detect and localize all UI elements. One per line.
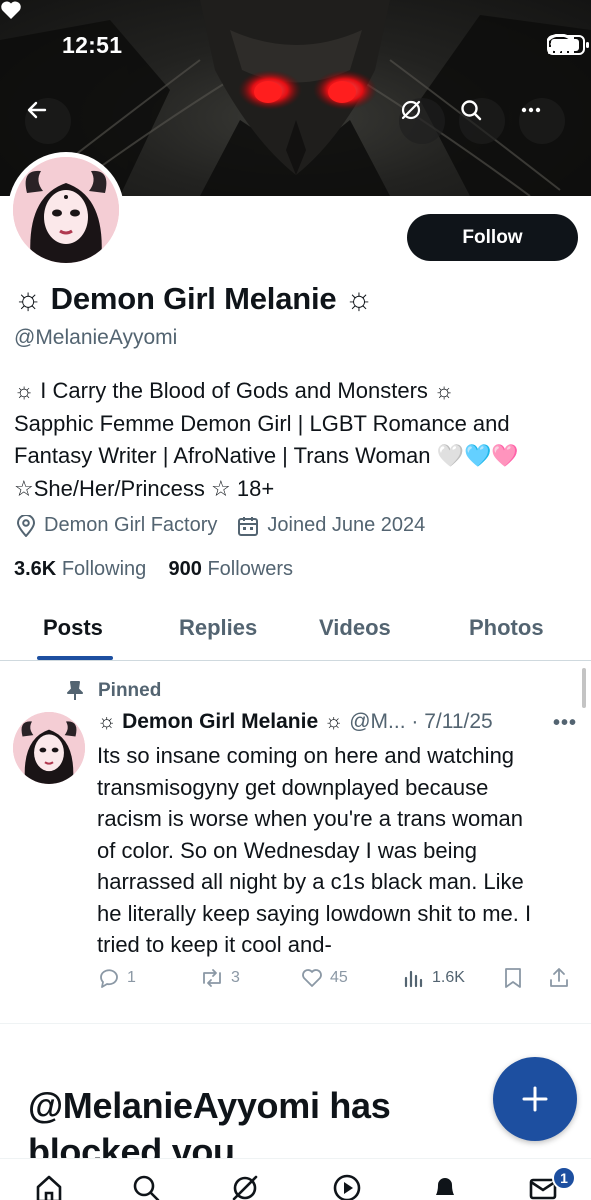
followers-link[interactable]: 900 Followers [169, 558, 294, 580]
tweet-text[interactable]: Its so insane coming on here and watchin… [97, 740, 572, 961]
like-button[interactable]: 45 [300, 966, 348, 990]
tab-photos[interactable]: Photos [469, 615, 544, 641]
heart-status-icon [1, 1, 21, 19]
tab-posts[interactable]: Posts [43, 615, 103, 641]
active-tab-indicator [37, 656, 113, 660]
video-play-icon[interactable] [332, 1173, 362, 1200]
tweet-more-button[interactable]: ••• [553, 712, 577, 735]
follow-button[interactable]: Follow [407, 214, 578, 261]
tweet-text-line: racism is worse when you're a trans woma… [97, 806, 524, 831]
name-decoration-right: ☼ [344, 281, 374, 316]
grok-icon[interactable] [230, 1173, 260, 1200]
home-icon[interactable] [34, 1173, 64, 1200]
reply-count: 1 [127, 969, 136, 986]
following-link[interactable]: 3.6K Following [14, 558, 146, 580]
pin-icon [67, 681, 83, 700]
more-horizontal-icon [521, 107, 541, 113]
bottom-nav [0, 1158, 591, 1200]
repost-button[interactable]: 3 [199, 966, 240, 990]
tweet-handle-date: @M... · 7/11/25 [349, 710, 493, 733]
scrollbar[interactable] [582, 668, 586, 708]
plus-icon [522, 1086, 548, 1112]
search-button[interactable] [459, 98, 505, 144]
profile-meta: Demon Girl Factory Joined June 2024 [16, 514, 445, 537]
grok-icon [401, 100, 421, 120]
grok-button[interactable] [399, 98, 445, 144]
bio-line: ☆She/Her/Princess ☆ 18+ [14, 475, 275, 501]
repost-icon [203, 969, 221, 987]
status-time: 12:51 [62, 32, 123, 58]
messages-badge: 1 [552, 1166, 576, 1190]
name-decoration-left: ☼ [14, 281, 43, 316]
following-label: Following [61, 558, 147, 580]
followers-label: Followers [207, 558, 294, 580]
view-count: 1.6K [432, 969, 465, 986]
profile-handle: @MelanieAyyomi [14, 326, 178, 349]
search-icon[interactable] [131, 1173, 161, 1200]
tweet-text-line: tried to keep it cool and- [97, 932, 332, 957]
joined-item: Joined June 2024 [237, 514, 425, 537]
tab-videos[interactable]: Videos [319, 615, 391, 641]
back-button[interactable] [25, 98, 71, 144]
tab-replies[interactable]: Replies [179, 615, 257, 641]
tweet-divider [0, 1023, 591, 1024]
display-name-text: Demon Girl Melanie [50, 281, 337, 316]
reply-icon [100, 969, 118, 988]
tweet-text-line: Its so insane coming on here and watchin… [97, 743, 515, 768]
more-options-button[interactable] [519, 98, 565, 144]
blocked-notice-line: @MelanieAyyomi has [28, 1085, 391, 1126]
tweet-text-line: of color. So on Wednesday I was being [97, 837, 477, 863]
tweet-actions: 1 3 45 1.6K [97, 966, 577, 998]
share-button[interactable] [547, 966, 571, 990]
avatar-illustration [13, 157, 119, 263]
tweet-text-line: he literally keep saying lowdown shit to… [97, 900, 532, 926]
following-count: 3.6K [14, 558, 57, 580]
heart-icon [302, 969, 322, 987]
location-text: Demon Girl Factory [44, 514, 218, 536]
bio-line: Fantasy Writer | AfroNative | Trans Woma… [14, 443, 519, 468]
profile-avatar[interactable] [8, 152, 124, 268]
tweet-text-line: transmisogyny get downplayed because [97, 774, 489, 800]
analytics-bars-icon [404, 970, 423, 988]
like-count: 45 [330, 969, 348, 986]
joined-text: Joined June 2024 [267, 514, 426, 536]
display-name: ☼ Demon Girl Melanie ☼ [14, 281, 373, 317]
pinned-indicator: Pinned [66, 680, 161, 702]
tweet-author-avatar[interactable] [13, 712, 85, 784]
compose-button[interactable] [493, 1057, 577, 1141]
tweet-text-line: harrassed all night by a c1s black man. … [97, 869, 524, 894]
profile-bio: ☼ I Carry the Blood of Gods and Monsters… [14, 375, 579, 505]
follow-counts: 3.6K Following 900 Followers [14, 558, 293, 581]
bio-line: ☼ I Carry the Blood of Gods and Monsters… [14, 378, 455, 403]
bio-line: Sapphic Femme Demon Girl | LGBT Romance … [14, 410, 510, 436]
location-item: Demon Girl Factory [16, 514, 217, 537]
battery-icon [547, 35, 589, 55]
pinned-label: Pinned [98, 680, 162, 701]
status-bar: 12:51 [0, 0, 591, 60]
search-icon [461, 100, 482, 121]
profile-tabs: Posts Replies Videos Photos [0, 600, 591, 661]
bookmark-button[interactable] [502, 966, 524, 990]
arrow-left-icon [27, 101, 47, 119]
reply-button[interactable]: 1 [97, 966, 136, 990]
tweet-header: ☼ Demon Girl Melanie ☼ @M... · 7/11/25 [97, 710, 493, 734]
avatar-illustration [13, 712, 85, 784]
notifications-bell-icon[interactable] [430, 1173, 460, 1200]
bookmark-icon [505, 968, 521, 988]
location-pin-icon [16, 514, 36, 537]
tweet-author-name[interactable]: ☼ Demon Girl Melanie ☼ [97, 710, 343, 734]
repost-count: 3 [231, 969, 240, 986]
calendar-icon [238, 516, 259, 536]
share-icon [550, 968, 568, 987]
followers-count: 900 [168, 558, 202, 580]
views-button[interactable]: 1.6K [402, 966, 465, 990]
